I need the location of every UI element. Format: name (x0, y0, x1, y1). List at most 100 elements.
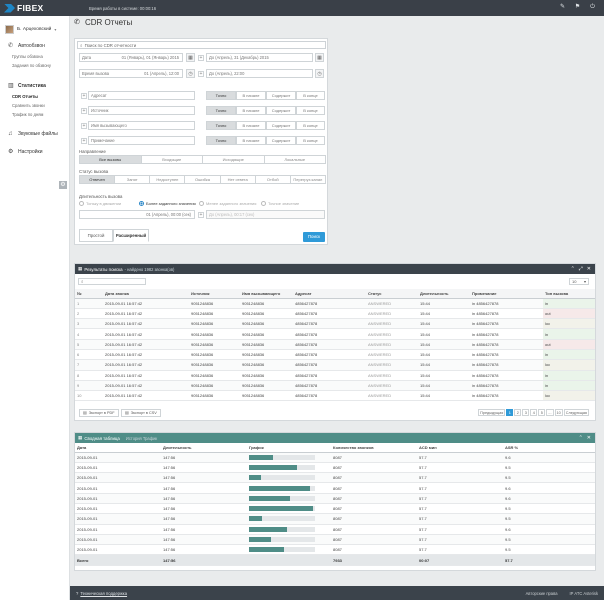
date-from-field[interactable]: Дата 01 (Январь), 01 (Январь) 2015 (79, 53, 183, 62)
page-10[interactable]: 10 (554, 409, 563, 416)
table-row[interactable]: 2015-09-01 147:56 8087 57.7 9.5 (75, 503, 595, 515)
search-button[interactable]: Поиск (303, 232, 325, 242)
table-row[interactable]: 2015-09-01 147:56 8087 57.7 9.6 (75, 493, 595, 504)
direction-outgoing[interactable]: Исходящие (202, 155, 265, 164)
sidebar-sub-compare[interactable]: Сравнить звонки (12, 103, 45, 108)
close-icon[interactable]: ✕ (587, 435, 591, 441)
logo[interactable]: FIBEX (4, 3, 44, 13)
direction-all[interactable]: Все вызовы (79, 155, 142, 164)
match-start-button[interactable]: В начале (236, 121, 266, 130)
status-error[interactable]: Ошибка (184, 175, 221, 184)
tab-simple[interactable]: Простой (79, 229, 113, 242)
destination-field[interactable]: Адресат (88, 91, 195, 100)
table-search-input[interactable]: ⌕ (78, 278, 146, 285)
match-end-button[interactable]: В конце (296, 121, 325, 130)
plus-icon[interactable]: + (198, 70, 204, 77)
sidebar-sub-cdr[interactable]: CDR Отчеты (12, 94, 38, 99)
table-row[interactable]: 2 2015-09-01 16:57:42 9051248836 9051248836… (75, 308, 595, 320)
sidebar-toggle-icon[interactable]: ⚙ (59, 181, 67, 189)
match-end-button[interactable]: В конце (296, 136, 325, 145)
table-row[interactable]: 2015-09-01 147:56 8087 57.7 9.5 (75, 462, 595, 474)
direction-incoming[interactable]: Входящие (140, 155, 203, 164)
column-header[interactable]: Дата звонка (103, 289, 189, 299)
tab-advanced[interactable]: Расширенный (113, 229, 149, 242)
match-end-button[interactable]: В конце (296, 91, 325, 100)
export-csv-button[interactable]: ▤ Экспорт в CSV (121, 409, 161, 417)
status-no-answer[interactable]: Нет ответа (219, 175, 256, 184)
duration-radio-any[interactable]: Тоньку в движении (79, 201, 121, 206)
tab-traffic-history[interactable]: История Трафик (126, 436, 157, 441)
sidebar-sub-dial-tasks[interactable]: Задания по обзвону (12, 63, 51, 68)
power-icon[interactable]: ⏻ (589, 4, 596, 11)
column-header[interactable]: Адресат (293, 289, 366, 299)
match-end-button[interactable]: В конце (296, 106, 325, 115)
clock-icon[interactable]: ◷ (315, 69, 324, 78)
page-1[interactable]: 1 (506, 409, 514, 416)
status-congestion[interactable]: Перегруз канал (289, 175, 326, 184)
chevron-up-icon[interactable]: ⌃ (571, 266, 575, 272)
table-row[interactable]: 8 2015-09-01 16:57:42 9051248836 9051248836… (75, 370, 595, 381)
table-row[interactable]: 10 2015-09-01 16:57:42 9051248836 905124883… (75, 390, 595, 402)
column-header[interactable]: Имя вызывающего (240, 289, 293, 299)
match-contains-button[interactable]: Содержит (266, 136, 296, 145)
plus-icon[interactable]: + (81, 137, 87, 144)
status-hangup[interactable]: Отбой (254, 175, 291, 184)
page-prev[interactable]: Предыдущая (478, 409, 506, 416)
column-header[interactable]: Дата (75, 443, 161, 453)
chevron-up-icon[interactable]: ⌃ (579, 435, 583, 441)
match-contains-button[interactable]: Содержит (266, 106, 296, 115)
calendar-icon[interactable]: ▦ (315, 53, 324, 62)
plus-icon[interactable]: + (81, 122, 87, 129)
table-row[interactable]: 2015-09-01 147:56 8087 57.7 9.6 (75, 482, 595, 494)
date-to-field[interactable]: До (Апрель), 31 (Декабрь) 2015 (206, 53, 313, 62)
sidebar-sub-traffic[interactable]: Трафик по дням (12, 112, 43, 117)
column-header[interactable]: № (75, 289, 103, 299)
copyright-link[interactable]: Авторские права (526, 591, 558, 596)
plus-icon[interactable]: + (81, 92, 87, 99)
support-link[interactable]: ? Техническая поддержка (76, 591, 127, 596)
direction-local[interactable]: Локальные (263, 155, 326, 164)
table-row[interactable]: 2015-09-01 147:56 8087 57.7 9.6 (75, 452, 595, 463)
sidebar-item-autodial[interactable]: ✆ Автообзвон (8, 43, 45, 49)
page-5[interactable]: 5 (538, 409, 546, 416)
wrench-icon[interactable]: ✎ (559, 4, 566, 11)
export-pdf-button[interactable]: ▤ Экспорт в PDF (79, 409, 119, 417)
page-2[interactable]: 2 (514, 409, 522, 416)
match-exact-button[interactable]: Точно (206, 106, 236, 115)
page-4[interactable]: 4 (530, 409, 538, 416)
table-row[interactable]: 2015-09-01 147:56 8087 57.7 9.5 (75, 534, 595, 546)
sidebar-item-settings[interactable]: ⚙ Настройки (8, 149, 43, 155)
match-exact-button[interactable]: Точно (206, 121, 236, 130)
source-field[interactable]: Источник (88, 106, 195, 115)
column-header[interactable]: Статус (366, 289, 418, 299)
table-row[interactable]: 2015-09-01 147:56 8087 57.7 9.5 (75, 544, 595, 556)
duration-radio-less[interactable]: Менее заданного значения (199, 201, 256, 206)
user-menu[interactable]: Б. Арцеховский ▾ (5, 23, 65, 35)
close-icon[interactable]: ✕ (587, 266, 591, 272)
table-row[interactable]: 2015-09-01 147:56 8087 57.7 9.6 (75, 524, 595, 535)
plus-icon[interactable]: + (198, 211, 204, 218)
table-row[interactable]: 2015-09-01 147:56 8087 57.7 9.5 (75, 513, 595, 525)
match-exact-button[interactable]: Точно (206, 91, 236, 100)
table-row[interactable]: 5 2015-09-01 16:57:42 9051248836 9051248836… (75, 339, 595, 350)
page-3[interactable]: 3 (522, 409, 530, 416)
table-row[interactable]: 7 2015-09-01 16:57:42 9051248836 9051248836… (75, 359, 595, 371)
table-row[interactable]: 9 2015-09-01 16:57:42 9051248836 9051248836… (75, 380, 595, 392)
table-row[interactable]: 6 2015-09-01 16:57:42 9051248836 9051248836… (75, 349, 595, 361)
column-header[interactable]: Длительность (161, 443, 247, 453)
match-exact-button[interactable]: Точно (206, 136, 236, 145)
duration-value-field[interactable]: 01 (Апрель), 00:00 (сек) (79, 210, 195, 219)
duration-radio-exact[interactable]: Точное значение (261, 201, 299, 206)
duration-to-field[interactable]: До (Апрель), 00:17 (сек) (206, 210, 325, 219)
status-answered[interactable]: Отвечен (79, 175, 116, 184)
sidebar-item-statistics[interactable]: ▥ Статистика (8, 83, 46, 89)
note-field[interactable]: Примечание (88, 136, 195, 145)
match-start-button[interactable]: В начале (236, 106, 266, 115)
plus-icon[interactable]: + (81, 107, 87, 114)
column-header[interactable]: Примечание (470, 289, 543, 299)
column-header[interactable]: График (247, 443, 331, 453)
match-contains-button[interactable]: Содержит (266, 91, 296, 100)
match-start-button[interactable]: В начале (236, 136, 266, 145)
page-size-select[interactable]: 10 ▾ (569, 278, 589, 285)
column-header[interactable]: ACD мин (417, 443, 503, 453)
